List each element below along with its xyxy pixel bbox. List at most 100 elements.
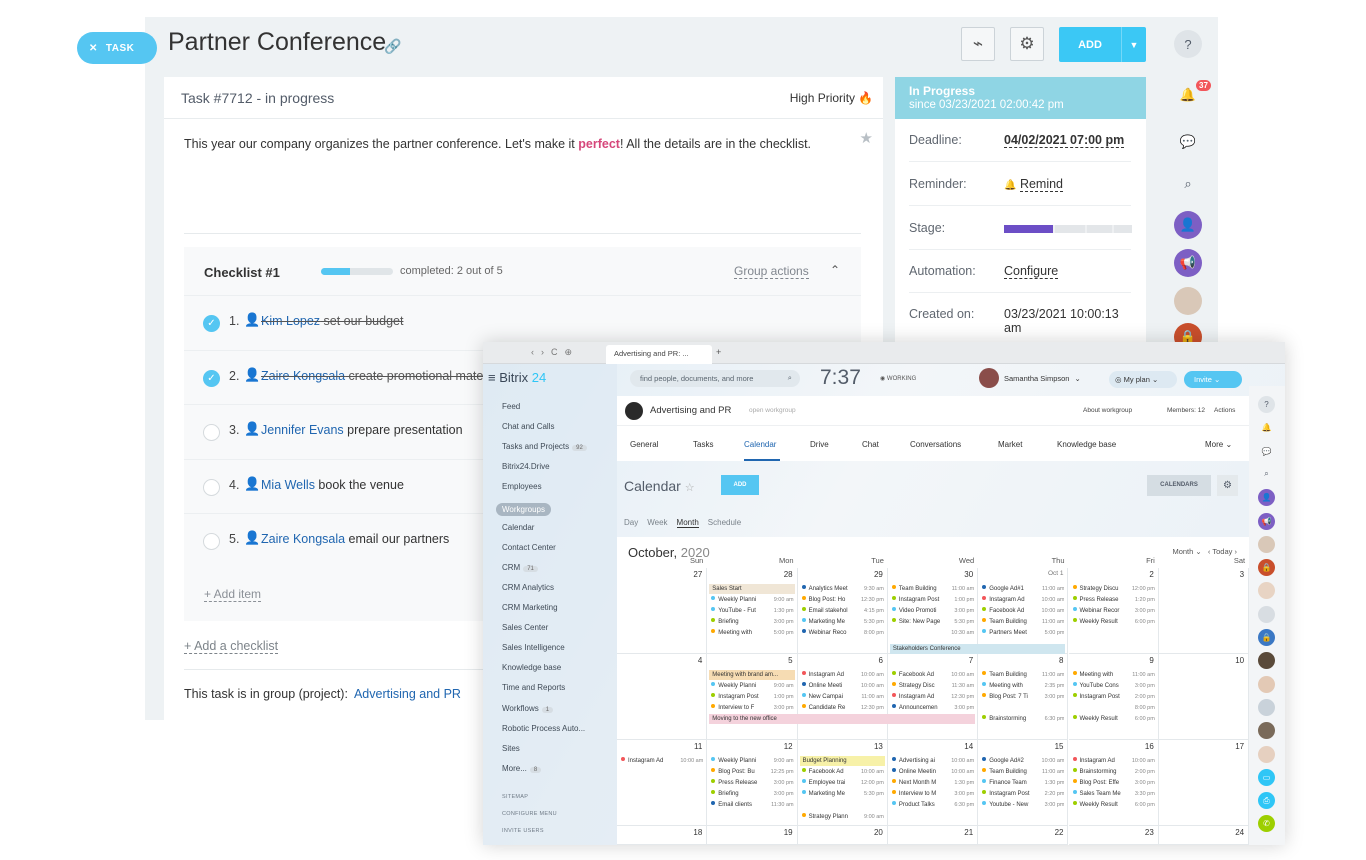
working-status[interactable]: ◉ WORKING <box>880 375 916 382</box>
multi-day-event[interactable]: Meeting with brand am... <box>709 670 795 680</box>
menu-item[interactable]: Employees <box>502 482 542 491</box>
checkbox[interactable] <box>203 424 220 441</box>
calendar-day[interactable]: 17 <box>1158 740 1250 826</box>
calendar-event[interactable]: Next Month M 1:30 pm <box>890 778 974 788</box>
stage-bar[interactable] <box>1004 225 1132 233</box>
view-month[interactable]: Month <box>676 518 699 528</box>
calendar-event[interactable]: Instagram Ad 12:30 pm <box>890 692 974 702</box>
calendar-event[interactable]: Sales Team Me 3:30 pm <box>1071 789 1155 799</box>
checkbox[interactable] <box>203 478 220 496</box>
settings-button[interactable]: ⚙ <box>1010 27 1044 61</box>
calendar-day[interactable]: 18 <box>617 826 708 845</box>
calendar-event[interactable]: Instagram Ad 10:00 am <box>619 756 703 766</box>
add-checklist-link[interactable]: + Add a checklist <box>184 639 279 654</box>
task-close-pill[interactable]: ✕ TASK <box>77 32 157 64</box>
calendar-event[interactable]: Email stakehol 4:15 pm <box>800 606 884 616</box>
calendar-event[interactable]: 10:30 am <box>890 628 974 638</box>
calendar-day[interactable]: 7 Facebook Ad 10:00 am Strategy Disc 11:30 a… <box>887 654 979 740</box>
calendar-event[interactable]: Weekly Result 6:00 pm <box>1071 714 1155 724</box>
calendar-event[interactable]: Email clients 11:30 am <box>709 800 794 810</box>
calendar-event[interactable]: Webinar Recor 3:00 pm <box>1071 606 1155 616</box>
tab-market[interactable]: Market <box>998 440 1022 449</box>
calendar-event[interactable]: Strategy Disc 11:30 am <box>890 681 974 691</box>
calendar-event[interactable]: Meeting with 5:00 pm <box>709 628 794 638</box>
calendar-event[interactable]: Weekly Planni 9:00 am <box>709 595 794 605</box>
calendar-event[interactable]: Blog Post: 7 Ti 3:00 pm <box>980 692 1064 702</box>
calendar-event[interactable]: Facebook Ad 10:00 am <box>980 606 1064 616</box>
menu-link[interactable]: INVITE USERS <box>502 828 544 834</box>
calendar-event[interactable]: Announcemen 3:00 pm <box>890 703 974 713</box>
calendar-day[interactable]: 13 Facebook Ad 10:00 am Employee trai 12:00 … <box>797 740 888 826</box>
calendar-day[interactable]: 5 Weekly Planni 9:00 am Instagram Post 1:00 … <box>707 654 798 740</box>
calendar-event[interactable]: Blog Post: Effe 3:00 pm <box>1071 778 1155 788</box>
multi-day-event[interactable]: Sales Start <box>709 584 795 594</box>
chevron-down-icon[interactable]: ▼ <box>1121 27 1146 62</box>
user-menu[interactable]: Samantha Simpson ⌄ <box>979 368 1081 388</box>
calendar-day[interactable]: 30 Team Building 11:00 am Instagram Post 1:0… <box>887 568 979 654</box>
calendar-event[interactable]: Blog Post: Ho 12:30 pm <box>800 595 884 605</box>
chat-icon[interactable]: 💬 <box>1258 443 1275 460</box>
calendar-event[interactable]: Instagram Post 1:00 pm <box>709 692 794 702</box>
menu-link[interactable]: CONFIGURE MENU <box>502 811 557 817</box>
calendar-day[interactable]: 29 Analytics Meet 9:30 am Blog Post: Ho 12:3… <box>797 568 888 654</box>
menu-item[interactable]: Feed <box>502 402 520 411</box>
avatar[interactable] <box>1258 722 1275 740</box>
avatar[interactable] <box>1258 675 1275 693</box>
calendar-event[interactable]: YouTube Cons 3:00 pm <box>1071 681 1155 691</box>
invite-button[interactable]: Invite ⌄ <box>1184 371 1242 388</box>
avatar[interactable] <box>1258 535 1275 553</box>
my-plan-button[interactable]: ◎ My plan ⌄ <box>1109 371 1177 388</box>
item-assignee[interactable]: Kim Lopez <box>261 314 320 328</box>
calendar-event[interactable]: Briefing 3:00 pm <box>709 789 794 799</box>
menu-item[interactable]: Time and Reports <box>502 683 565 692</box>
view-week[interactable]: Week <box>647 518 667 527</box>
calendar-event[interactable]: Brainstorming 2:00 pm <box>1071 767 1155 777</box>
tab-general[interactable]: General <box>630 440 658 449</box>
menu-item[interactable]: Sales Intelligence <box>502 643 565 652</box>
calendar-event[interactable]: Meeting with 11:00 am <box>1071 670 1155 680</box>
menu-item[interactable]: Bitrix24.Drive <box>502 462 550 471</box>
menu-item[interactable]: Sites <box>502 744 520 753</box>
calendar-day[interactable]: 22 <box>978 826 1069 845</box>
calendar-add-button[interactable]: ADD <box>721 475 759 495</box>
calendar-event[interactable]: Marketing Me 5:30 pm <box>800 617 884 627</box>
calendar-event[interactable]: Finance Team 1:30 pm <box>980 778 1064 788</box>
add-button[interactable]: ADD ▼ <box>1059 27 1146 62</box>
calendar-day[interactable]: 24 <box>1158 826 1250 845</box>
month-select[interactable]: Month <box>1172 547 1193 556</box>
item-assignee[interactable]: Jennifer Evans <box>261 423 344 437</box>
avatar[interactable] <box>1258 582 1275 600</box>
today-button[interactable]: Today <box>1212 547 1232 556</box>
calendar-day[interactable]: 21 <box>887 826 979 845</box>
calendar-day[interactable]: 9 Meeting with 11:00 am YouTube Cons 3:00 pm… <box>1068 654 1159 740</box>
calendar-day[interactable]: 23 <box>1068 826 1159 845</box>
calendar-event[interactable]: Partners Meet 5:00 pm <box>980 628 1064 638</box>
members-link[interactable]: Members: 12 <box>1167 407 1205 414</box>
avatar[interactable] <box>1258 745 1275 763</box>
menu-item[interactable]: Sales Center <box>502 623 548 632</box>
calendar-day[interactable]: 15 Google Ad#2 10:00 am Team Building 11:00 … <box>978 740 1069 826</box>
add-item-link[interactable]: + Add item <box>204 587 262 602</box>
calendar-event[interactable]: Candidate Re 12:30 pm <box>800 703 884 713</box>
menu-item[interactable]: More... 8 <box>502 764 542 773</box>
clock[interactable]: 7:37 <box>820 366 861 390</box>
calendar-event[interactable]: Brainstorming 6:30 pm <box>980 714 1064 724</box>
calendar-event[interactable]: 8:00 pm <box>1071 703 1155 713</box>
search-input[interactable]: find people, documents, and more ⌕ <box>630 370 800 387</box>
tab-conversations[interactable]: Conversations <box>910 440 961 449</box>
calendar-day[interactable]: 2 Strategy Discu 12:00 pm Press Release 1:20… <box>1068 568 1159 654</box>
menu-item[interactable]: Robotic Process Auto... <box>502 724 585 733</box>
lock-icon[interactable]: 🔒 <box>1258 629 1275 646</box>
deadline-value[interactable]: 04/02/2021 07:00 pm <box>1004 133 1125 148</box>
calendar-event[interactable]: Google Ad#2 10:00 am <box>980 756 1064 766</box>
calendar-event[interactable]: Weekly Result 6:00 pm <box>1071 800 1155 810</box>
calendar-event[interactable]: Facebook Ad 10:00 am <box>890 670 974 680</box>
bell-icon[interactable]: 🔔 <box>1258 419 1275 436</box>
tab-more[interactable]: More ⌄ <box>1205 440 1232 449</box>
calendar-event[interactable]: Facebook Ad 10:00 am <box>800 767 884 777</box>
calendar-day[interactable]: 3 <box>1158 568 1250 654</box>
close-icon[interactable]: ✕ <box>89 43 98 54</box>
multi-day-event[interactable]: Moving to the new office <box>709 714 976 724</box>
item-assignee[interactable]: Zaire Kongsala <box>261 532 345 546</box>
multi-day-event[interactable]: Stakeholders Conference <box>889 644 1066 654</box>
